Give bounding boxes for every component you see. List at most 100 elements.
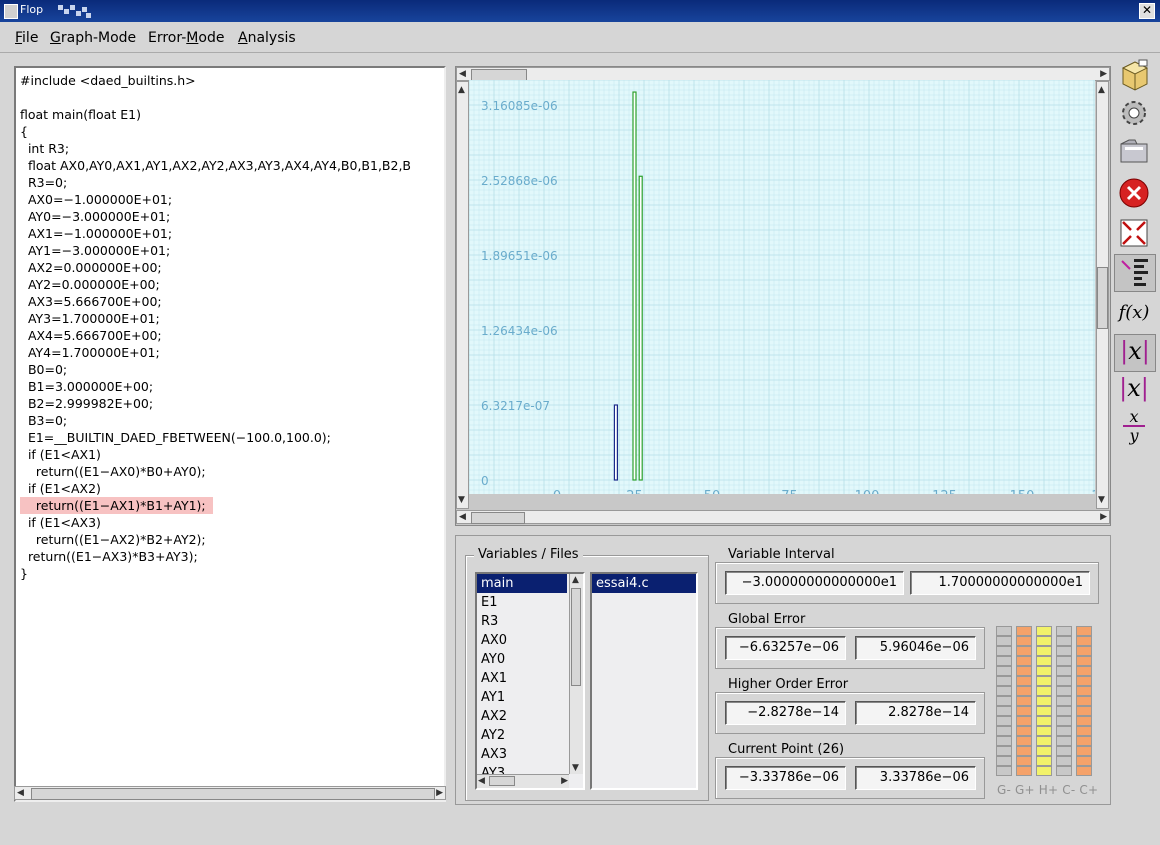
error-grid-cell	[996, 676, 1012, 686]
code-line: AY3=1.700000E+01;	[20, 311, 160, 326]
file-list-item[interactable]: essai4.c	[592, 574, 696, 593]
variable-interval-low-field[interactable]: −3.00000000000000e1	[725, 571, 904, 595]
fx-icon[interactable]: f(x)	[1114, 298, 1154, 334]
variables-horizontal-scrollbar[interactable]: ◀ ▶	[477, 774, 569, 788]
error-grid-cell	[1036, 676, 1052, 686]
gear-icon[interactable]	[1114, 96, 1154, 132]
variable-interval-label: Variable Interval	[724, 547, 839, 562]
error-grid-cell	[1056, 676, 1072, 686]
source-code-view[interactable]: #include <daed_builtins.h> float main(fl…	[14, 66, 446, 802]
error-grid-cell	[1076, 716, 1092, 726]
menu-bar: File Graph-Mode Error-Mode Analysis	[0, 22, 1160, 53]
menu-graph-mode[interactable]: Graph-Mode	[50, 30, 136, 46]
scroll-up-icon[interactable]: ▲	[1098, 84, 1105, 96]
scroll-down-icon[interactable]: ▼	[572, 762, 579, 774]
variable-list-item[interactable]: AY2	[477, 726, 567, 745]
variable-list-item[interactable]: AX2	[477, 707, 567, 726]
variable-list-item[interactable]: AX1	[477, 669, 567, 688]
error-grid-cell	[1036, 646, 1052, 656]
graph-left-scrollbar[interactable]: ▲ ▼	[456, 81, 469, 509]
variable-list-item[interactable]: R3	[477, 612, 567, 631]
graph-right-scroll-thumb[interactable]	[1097, 267, 1108, 329]
error-grid-cell	[1036, 766, 1052, 776]
graph-bottom-scrollbar[interactable]: ◀ ▶	[456, 510, 1110, 524]
variable-interval-high-field[interactable]: 1.70000000000000e1	[910, 571, 1090, 595]
error-histogram-chart: 0 6.3217e-07 1.26434e-06 1.89651e-06 2.52868…	[469, 80, 1095, 494]
graph-right-scrollbar[interactable]: ▲ ▼	[1096, 81, 1109, 509]
current-point-high-field[interactable]: 3.33786e−06	[855, 766, 976, 790]
y-tick-label: 6.3217e-07	[481, 399, 550, 413]
x-tick-label: 25	[626, 489, 643, 494]
scroll-down-icon[interactable]: ▼	[458, 494, 465, 506]
histogram-bar	[632, 91, 637, 481]
files-list[interactable]: essai4.c	[590, 572, 698, 790]
variables-h-scroll-thumb[interactable]	[489, 776, 515, 786]
scroll-right-icon[interactable]: ▶	[561, 775, 568, 787]
fraction-denominator: y	[1129, 426, 1139, 445]
variable-list-item[interactable]: AX0	[477, 631, 567, 650]
variable-list-item[interactable]: AY0	[477, 650, 567, 669]
code-horizontal-scrollbar[interactable]: ◀ ▶	[14, 786, 446, 800]
error-grid-cell	[1056, 656, 1072, 666]
window-menu-icon[interactable]	[4, 4, 18, 19]
code-line: AX0=−1.000000E+01;	[20, 192, 173, 207]
error-grid-cell	[1076, 706, 1092, 716]
variable-list-item[interactable]: AX3	[477, 745, 567, 764]
code-line: }	[20, 566, 28, 581]
scroll-left-icon[interactable]: ◀	[459, 68, 466, 80]
error-grid-cell	[1056, 766, 1072, 776]
error-grid-cell	[1076, 766, 1092, 776]
code-scroll-thumb[interactable]	[31, 788, 435, 800]
code-line-highlighted: return((E1−AX1)*B1+AY1);	[20, 497, 213, 514]
x-tick-label: 50	[704, 489, 721, 494]
code-line: B0=0;	[20, 362, 68, 377]
scroll-down-icon[interactable]: ▼	[1098, 494, 1105, 506]
error-grid-cell	[996, 646, 1012, 656]
abs-x-label: x	[1128, 337, 1142, 365]
close-window-button[interactable]: ✕	[1139, 3, 1155, 19]
list-icon[interactable]	[1114, 254, 1156, 292]
graph-bottom-scroll-thumb[interactable]	[471, 512, 525, 524]
scroll-left-icon[interactable]: ◀	[459, 511, 466, 523]
cancel-icon[interactable]	[1114, 176, 1154, 212]
scroll-up-icon[interactable]: ▲	[572, 574, 579, 586]
abs-x-alt-icon[interactable]: |x|	[1114, 372, 1154, 408]
variable-list-item[interactable]: E1	[477, 593, 567, 612]
error-grid-cell	[1076, 666, 1092, 676]
error-grid-cell	[1036, 656, 1052, 666]
menu-error-mode[interactable]: Error-Mode	[148, 30, 224, 46]
variable-list-item[interactable]: AY1	[477, 688, 567, 707]
global-error-high-field[interactable]: 5.96046e−06	[855, 636, 976, 660]
current-point-low-field[interactable]: −3.33786e−06	[725, 766, 846, 790]
code-line: int R3;	[20, 141, 70, 156]
folder-icon[interactable]	[1114, 134, 1154, 170]
shrink-icon[interactable]	[1114, 216, 1154, 252]
error-grid-cell	[1016, 736, 1032, 746]
error-color-grid	[996, 626, 1096, 778]
graph-top-scrollbar[interactable]: ◀ ▶	[456, 67, 1110, 81]
scroll-up-icon[interactable]: ▲	[458, 84, 465, 96]
scroll-right-icon[interactable]: ▶	[1100, 511, 1107, 523]
scroll-right-icon[interactable]: ▶	[436, 787, 443, 799]
error-grid-cell	[1036, 716, 1052, 726]
error-grid-cell	[1056, 666, 1072, 676]
variables-vertical-scrollbar[interactable]: ▲ ▼	[569, 574, 583, 774]
scroll-left-icon[interactable]: ◀	[17, 787, 24, 799]
menu-analysis[interactable]: Analysis	[238, 30, 296, 46]
menu-file[interactable]: File	[15, 30, 38, 46]
higher-order-error-high-field[interactable]: 2.8278e−14	[855, 701, 976, 725]
global-error-low-field[interactable]: −6.63257e−06	[725, 636, 846, 660]
fraction-icon[interactable]: x y	[1114, 408, 1154, 444]
scroll-left-icon[interactable]: ◀	[478, 775, 485, 787]
variables-scroll-thumb[interactable]	[571, 588, 581, 686]
higher-order-error-low-field[interactable]: −2.8278e−14	[725, 701, 846, 725]
error-grid-cell	[1016, 716, 1032, 726]
code-line: B1=3.000000E+00;	[20, 379, 154, 394]
scroll-right-icon[interactable]: ▶	[1100, 68, 1107, 80]
cube-icon[interactable]	[1114, 58, 1154, 94]
error-grid-cell	[1076, 686, 1092, 696]
variable-list-item[interactable]: main	[477, 574, 567, 593]
error-grid-cell	[1076, 736, 1092, 746]
error-grid-cell	[1016, 706, 1032, 716]
abs-x-icon[interactable]: |x|	[1114, 334, 1156, 372]
